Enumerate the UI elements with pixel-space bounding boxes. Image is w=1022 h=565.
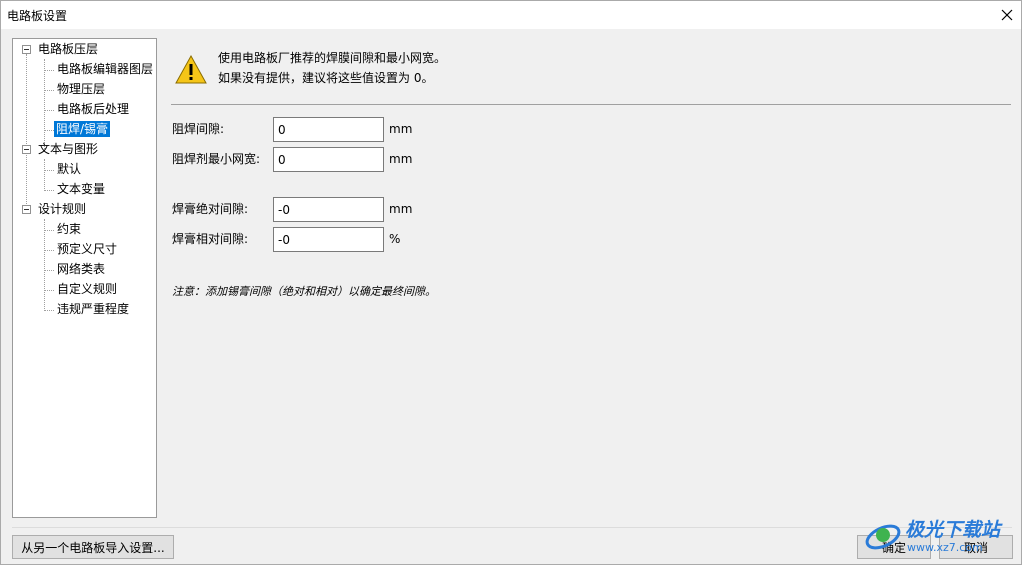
tree-item-predefined-sizes[interactable]: 预定义尺寸: [55, 239, 119, 259]
warning-line-2: 如果没有提供，建议将这些值设置为 0。: [218, 71, 434, 85]
tree-item-design-rules[interactable]: 设计规则: [36, 199, 88, 219]
title-bar: 电路板设置: [1, 1, 1021, 29]
solder-mask-clearance-unit: mm: [389, 122, 413, 136]
tree-item-constraints[interactable]: 约束: [55, 219, 83, 239]
warning-icon: [175, 55, 207, 84]
collapse-toggle-icon[interactable]: [22, 145, 31, 154]
settings-tree[interactable]: 电路板压层 电路板编辑器图层 物理压层 电路板后处理 阻焊/锡膏 文本与图形 默…: [12, 38, 157, 518]
warning-message: 使用电路板厂推荐的焊膜间隙和最小网宽。 如果没有提供，建议将这些值设置为 0。: [218, 48, 446, 88]
collapse-toggle-icon[interactable]: [22, 45, 31, 54]
tree-item-label: 自定义规则: [57, 282, 118, 296]
tree-item-label: 电路板编辑器图层: [57, 62, 154, 76]
tree-item-label: 默认: [57, 162, 82, 176]
tree-item-custom-rules[interactable]: 自定义规则: [55, 279, 119, 299]
window-title: 电路板设置: [7, 9, 68, 23]
cancel-button[interactable]: 取消: [939, 535, 1013, 559]
tree-item-label: 文本与图形: [38, 142, 99, 156]
tree-item-board-stackup[interactable]: 电路板压层: [36, 39, 100, 59]
solder-mask-paste-panel: 使用电路板厂推荐的焊膜间隙和最小网宽。 如果没有提供，建议将这些值设置为 0。 …: [171, 38, 1013, 518]
paste-abs-clearance-unit: mm: [389, 202, 413, 216]
ok-button[interactable]: 确定: [857, 535, 931, 559]
paste-abs-clearance-input[interactable]: [273, 197, 384, 222]
bottom-divider: [12, 527, 1012, 528]
solder-mask-min-width-unit: mm: [389, 152, 413, 166]
board-setup-dialog: 电路板设置 电路板压层 电路板编辑器图层 物理压层 电路板后处理 阻焊/锡膏 文…: [0, 0, 1022, 565]
tree-item-solder-mask-paste[interactable]: 阻焊/锡膏: [54, 119, 111, 139]
divider: [171, 104, 1011, 105]
tree-item-text-variables[interactable]: 文本变量: [55, 179, 107, 199]
tree-item-label: 电路板压层: [38, 42, 99, 56]
import-settings-button[interactable]: 从另一个电路板导入设置...: [12, 535, 174, 559]
paste-rel-clearance-input[interactable]: [273, 227, 384, 252]
tree-item-violation-severity[interactable]: 违规严重程度: [55, 299, 131, 319]
tree-item-label: 阻焊/锡膏: [54, 121, 111, 137]
close-button[interactable]: [993, 1, 1021, 29]
tree-item-label: 网络类表: [57, 262, 106, 276]
tree-item-label: 设计规则: [38, 202, 87, 216]
solder-mask-clearance-input[interactable]: [273, 117, 384, 142]
tree-item-label: 电路板后处理: [57, 102, 130, 116]
collapse-toggle-icon[interactable]: [22, 205, 31, 214]
tree-item-label: 物理压层: [57, 82, 106, 96]
tree-item-label: 文本变量: [57, 182, 106, 196]
note-text: 注意：添加锡膏间隙（绝对和相对）以确定最终间隙。: [172, 285, 436, 298]
paste-rel-clearance-unit: %: [389, 232, 401, 246]
close-icon: [1001, 9, 1013, 21]
tree-item-defaults[interactable]: 默认: [55, 159, 83, 179]
tree-item-net-classes[interactable]: 网络类表: [55, 259, 107, 279]
tree-item-label: 违规严重程度: [57, 302, 130, 316]
paste-rel-clearance-label: 焊膏相对间隙:: [172, 232, 249, 246]
solder-mask-min-width-label: 阻焊剂最小网宽:: [172, 152, 261, 166]
tree-item-board-editor-layers[interactable]: 电路板编辑器图层: [55, 59, 155, 79]
tree-item-label: 约束: [57, 222, 82, 236]
paste-abs-clearance-label: 焊膏绝对间隙:: [172, 202, 249, 216]
solder-mask-min-width-input[interactable]: [273, 147, 384, 172]
tree-item-label: 预定义尺寸: [57, 242, 118, 256]
tree-item-text-graphics[interactable]: 文本与图形: [36, 139, 100, 159]
tree-item-physical-stackup[interactable]: 物理压层: [55, 79, 107, 99]
warning-line-1: 使用电路板厂推荐的焊膜间隙和最小网宽。: [218, 51, 447, 65]
tree-item-board-finish[interactable]: 电路板后处理: [55, 99, 131, 119]
solder-mask-clearance-label: 阻焊间隙:: [172, 122, 225, 136]
